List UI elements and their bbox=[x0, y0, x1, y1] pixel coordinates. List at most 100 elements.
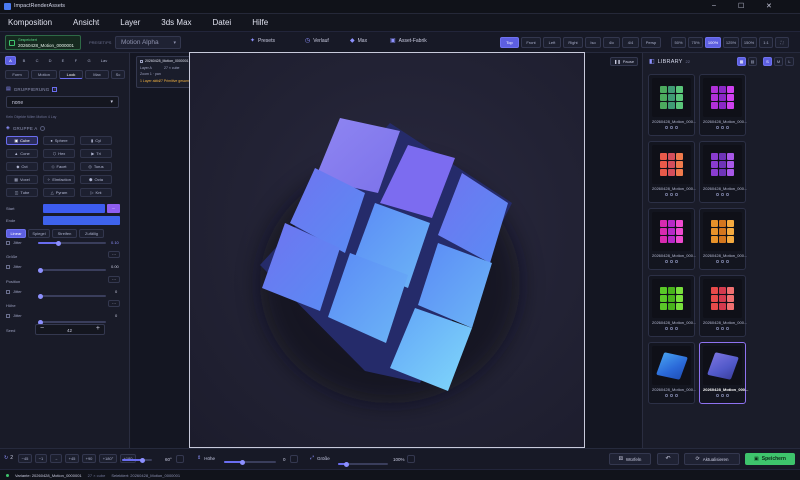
jitter-slider[interactable] bbox=[38, 240, 106, 246]
tab-max[interactable]: ◆ Max bbox=[350, 37, 380, 45]
size-l-button[interactable]: L bbox=[785, 57, 794, 66]
library-item[interactable]: 20260428_Motion_000... bbox=[699, 342, 748, 404]
zoom-1-1[interactable]: 1:1 bbox=[759, 37, 773, 48]
layer-tab-f[interactable]: F bbox=[71, 56, 81, 65]
copy-icon[interactable] bbox=[665, 394, 668, 397]
rot-next[interactable]: → bbox=[50, 454, 62, 463]
image-icon[interactable] bbox=[726, 126, 729, 129]
comp-status-box[interactable]: Gespeichert 20260428_Motion_0000001 bbox=[5, 35, 81, 50]
library-item[interactable]: 20260428_Motion_000... bbox=[699, 74, 747, 136]
copy-icon[interactable] bbox=[665, 260, 668, 263]
seed-decrement-button[interactable]: − bbox=[40, 325, 44, 332]
mode-streifen[interactable]: Streifen bbox=[52, 229, 77, 238]
shape-knt[interactable]: ▷ Knt bbox=[80, 188, 112, 197]
view-icon[interactable] bbox=[721, 327, 724, 330]
mode-linear[interactable]: Linear bbox=[6, 229, 26, 238]
subtab-look[interactable]: Look bbox=[59, 70, 83, 79]
mode-zufaellig[interactable]: Zufällig bbox=[79, 229, 104, 238]
image-icon[interactable] bbox=[726, 193, 729, 196]
view-front[interactable]: Front bbox=[521, 37, 541, 48]
copy-icon[interactable] bbox=[665, 327, 668, 330]
menu-3dsmax[interactable]: 3ds Max bbox=[161, 18, 191, 27]
shape-pyram[interactable]: △ Pyram bbox=[43, 188, 75, 197]
library-item[interactable]: 20260428_Motion_000... bbox=[648, 74, 696, 136]
hoehe-reset-button[interactable] bbox=[290, 455, 298, 463]
size-m-button[interactable]: M bbox=[774, 57, 783, 66]
copy-icon[interactable] bbox=[716, 394, 719, 397]
aktualisieren-button[interactable]: ⟳ Aktualisieren bbox=[684, 453, 740, 465]
start-color-bar[interactable] bbox=[43, 204, 105, 213]
view-right[interactable]: Right bbox=[563, 37, 583, 48]
render-viewport[interactable] bbox=[189, 52, 585, 448]
image-icon[interactable] bbox=[675, 126, 678, 129]
shape-cone[interactable]: ▲ Cone bbox=[6, 149, 38, 158]
image-icon[interactable] bbox=[726, 394, 729, 397]
shape-hex[interactable]: ⬡ Hex bbox=[43, 149, 75, 158]
jitter-checkbox[interactable] bbox=[6, 241, 10, 245]
image-icon[interactable] bbox=[675, 327, 678, 330]
wuerfeln-button[interactable]: ⚄ Würfeln bbox=[609, 453, 651, 465]
view-icon[interactable] bbox=[670, 394, 673, 397]
layer-tab-more[interactable]: Lav bbox=[97, 56, 111, 65]
shape-facet[interactable]: ◇ Facet bbox=[43, 162, 75, 171]
rot-minus45[interactable]: −45 bbox=[18, 454, 32, 463]
hoehe-more-button[interactable]: ··· bbox=[108, 300, 120, 307]
subtab-sc[interactable]: Sc bbox=[111, 70, 125, 79]
shape-elmfaction[interactable]: ✧ Elmfaction bbox=[43, 175, 75, 184]
shape-torus[interactable]: ◎ Torus bbox=[80, 162, 112, 171]
copy-icon[interactable] bbox=[716, 126, 719, 129]
fullscreen-button[interactable]: ⛶ bbox=[775, 37, 789, 48]
end-color-bar[interactable] bbox=[43, 216, 120, 225]
library-item[interactable]: 20260428_Motion_000... bbox=[699, 208, 747, 270]
shape-oct[interactable]: ◆ Oct bbox=[6, 162, 38, 171]
groesse-reset-button[interactable] bbox=[407, 455, 415, 463]
rotation-reset-button[interactable] bbox=[176, 455, 184, 463]
groesse-jitter-checkbox[interactable] bbox=[6, 265, 10, 269]
rotation-slider[interactable] bbox=[122, 457, 152, 463]
view-grid-button[interactable]: ▦ bbox=[737, 57, 746, 66]
subtab-motion[interactable]: Motion bbox=[31, 70, 57, 79]
shape-tri[interactable]: ▶ Tri bbox=[80, 149, 112, 158]
position-more-button[interactable]: ··· bbox=[108, 276, 120, 283]
start-color-picker[interactable]: ··· bbox=[107, 204, 120, 213]
minimize-button[interactable]: – bbox=[712, 2, 716, 9]
hoehe-slider[interactable] bbox=[38, 319, 106, 325]
view-icon[interactable] bbox=[670, 327, 673, 330]
undo-button[interactable]: ↶ bbox=[657, 453, 679, 465]
image-icon[interactable] bbox=[675, 394, 678, 397]
layer-tab-d[interactable]: D bbox=[45, 56, 55, 65]
image-icon[interactable] bbox=[675, 193, 678, 196]
menu-datei[interactable]: Datei bbox=[213, 18, 232, 27]
position-slider[interactable] bbox=[38, 293, 106, 299]
view-iso[interactable]: Iso bbox=[585, 37, 601, 48]
menu-ansicht[interactable]: Ansicht bbox=[73, 18, 99, 27]
view-4c[interactable]: 4/c bbox=[603, 37, 620, 48]
size-s-button[interactable]: S bbox=[763, 57, 772, 66]
library-item[interactable]: 20260428_Motion_000... bbox=[699, 275, 747, 337]
tab-presets[interactable]: ✦ Presets bbox=[250, 37, 295, 45]
rot-plus180deg[interactable]: +180° bbox=[99, 454, 117, 463]
mode-spiegel[interactable]: Spiegel bbox=[28, 229, 50, 238]
library-item[interactable]: 20260428_Motion_000... bbox=[648, 275, 696, 337]
zoom-150[interactable]: 150% bbox=[741, 37, 757, 48]
shape-cyl[interactable]: ▮ Cyl bbox=[80, 136, 112, 145]
view-icon[interactable] bbox=[670, 126, 673, 129]
view-icon[interactable] bbox=[670, 193, 673, 196]
shape-octa[interactable]: ⬢ Octa bbox=[80, 175, 112, 184]
image-icon[interactable] bbox=[726, 260, 729, 263]
view-icon[interactable] bbox=[721, 126, 724, 129]
view-icon[interactable] bbox=[721, 260, 724, 263]
rot-plus45[interactable]: +45 bbox=[65, 454, 79, 463]
tab-verlauf[interactable]: ◷ Verlauf bbox=[305, 37, 340, 45]
view-44[interactable]: 4/4 bbox=[622, 37, 639, 48]
rot-minus1[interactable]: −1 bbox=[35, 454, 47, 463]
position-jitter-checkbox[interactable] bbox=[6, 290, 10, 294]
zoom-75[interactable]: 75% bbox=[688, 37, 703, 48]
gruppierung-select[interactable]: none ▾ bbox=[6, 96, 119, 108]
layer-tab-e[interactable]: E bbox=[58, 56, 68, 65]
bottom-groesse-slider[interactable] bbox=[338, 461, 388, 467]
layer-tab-a[interactable]: A bbox=[5, 56, 16, 65]
view-icon[interactable] bbox=[721, 193, 724, 196]
view-persp[interactable]: Persp bbox=[641, 37, 661, 48]
view-left[interactable]: Left bbox=[543, 37, 561, 48]
